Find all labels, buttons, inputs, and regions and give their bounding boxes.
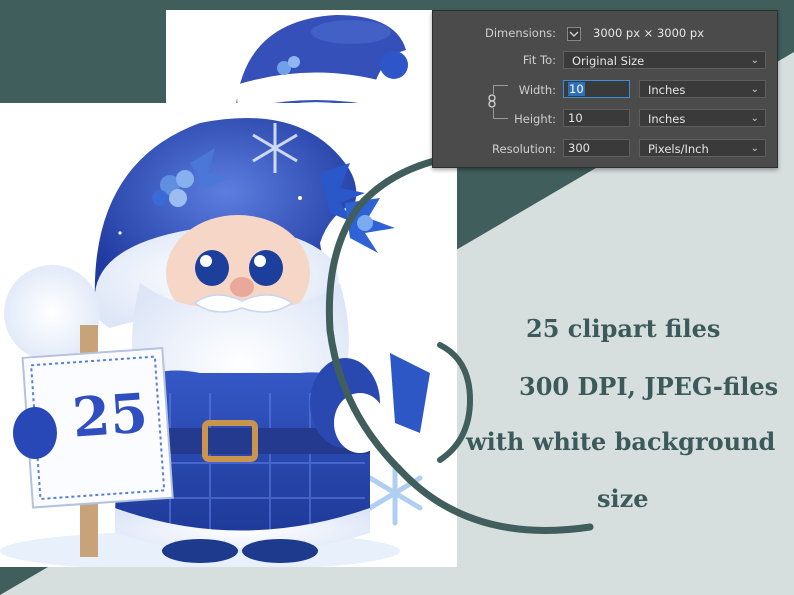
height-input[interactable]: 10: [563, 109, 630, 127]
height-unit-select[interactable]: Inches ⌄: [639, 109, 766, 127]
promo-line-2: 300 DPI, JPEG-files: [519, 372, 779, 401]
height-label: Height:: [514, 112, 556, 126]
dimensions-toggle[interactable]: [567, 27, 581, 41]
resolution-unit-value: Pixels/Inch: [648, 142, 709, 156]
chevron-down-icon: ⌄: [750, 55, 759, 66]
dimensions-value: 3000 px × 3000 px: [593, 26, 705, 40]
fit-to-select[interactable]: Original Size ⌄: [563, 51, 766, 69]
width-input[interactable]: 10: [563, 80, 630, 98]
width-unit-value: Inches: [648, 83, 686, 97]
height-unit-value: Inches: [648, 112, 686, 126]
resolution-value: 300: [568, 141, 590, 155]
chevron-down-icon: [569, 31, 579, 37]
resolution-input[interactable]: 300: [563, 139, 630, 157]
promo-line-3: with white background: [466, 427, 776, 456]
width-unit-select[interactable]: Inches ⌄: [639, 80, 766, 98]
resolution-unit-select[interactable]: Pixels/Inch ⌄: [639, 139, 766, 157]
height-value: 10: [568, 111, 583, 125]
resolution-label: Resolution:: [492, 142, 556, 156]
chevron-down-icon: ⌄: [750, 113, 759, 124]
chevron-down-icon: ⌄: [750, 143, 759, 154]
chevron-down-icon: ⌄: [750, 84, 759, 95]
promo-line-1: 25 clipart files: [526, 314, 721, 343]
width-label: Width:: [518, 83, 556, 97]
width-value: 10: [568, 82, 585, 96]
gnome-illustration: [0, 118, 430, 567]
promo-line-4: size: [597, 484, 649, 513]
dimensions-label: Dimensions:: [485, 26, 556, 40]
image-size-dialog: Dimensions: 3000 px × 3000 px Fit To: Or…: [432, 10, 778, 168]
gnome-image-front: 25: [0, 103, 457, 567]
sign-number: 25: [70, 380, 150, 450]
fit-to-value: Original Size: [572, 54, 645, 68]
fit-to-label: Fit To:: [522, 53, 556, 67]
